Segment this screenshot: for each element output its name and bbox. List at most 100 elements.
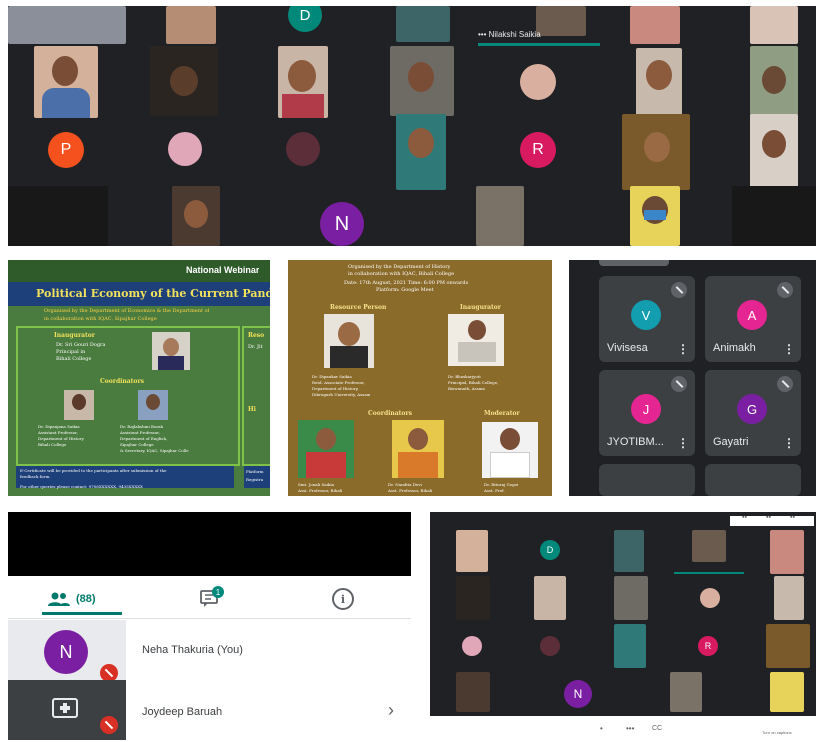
coordinator-photo — [298, 420, 354, 478]
poster-title: Political Economy of the Current Pandemi… — [36, 287, 270, 300]
tab-active-underline — [42, 612, 122, 615]
coordinator-photo — [392, 420, 444, 478]
mic-button[interactable]: • — [600, 724, 603, 733]
participant-name: Vivisesa — [607, 342, 648, 354]
participant-row[interactable]: N Neha Thakuria (You) — [8, 620, 411, 682]
coordinators-heading-2: Coordinators — [368, 410, 412, 417]
more-options-button[interactable]: ••• — [626, 724, 634, 733]
participant-avatar: P — [48, 132, 84, 168]
video-tile — [390, 46, 454, 116]
resource-heading: Resource Person — [330, 304, 387, 311]
video-tile — [750, 114, 798, 188]
people-icon — [48, 592, 70, 606]
participant-avatar — [168, 132, 202, 166]
participant-avatar — [462, 636, 482, 656]
video-tile — [614, 624, 646, 668]
video-tile — [150, 46, 218, 116]
layout-icon[interactable]: ▪▪ — [790, 514, 795, 521]
more-options-icon[interactable]: ⋮ — [677, 342, 689, 356]
mic-off-icon — [777, 376, 793, 392]
video-tile — [166, 6, 216, 44]
video-tile — [8, 6, 126, 44]
layout-icon[interactable]: ▪▪ — [742, 514, 747, 521]
video-tile — [774, 576, 804, 620]
video-tile — [670, 672, 702, 712]
video-tile — [8, 186, 108, 246]
inaugurator-heading: Inaugurator — [54, 332, 95, 339]
active-speaker-underline — [674, 572, 744, 574]
participant-avatar: R — [698, 636, 718, 656]
video-tile — [456, 576, 490, 620]
participant-name: Joydeep Baruah — [142, 706, 223, 718]
more-options-icon[interactable]: ⋮ — [783, 436, 795, 450]
participant-tile[interactable]: V Vivisesa ⋮ — [599, 276, 695, 362]
active-speaker-underline — [478, 43, 600, 46]
video-tile — [750, 6, 798, 44]
video-tile — [534, 576, 566, 620]
participant-tile[interactable]: A Animakh ⋮ — [705, 276, 801, 362]
more-options-icon[interactable]: ⋮ — [783, 342, 795, 356]
video-tile — [614, 530, 644, 572]
inaugurator-heading-2: Inaugurator — [460, 304, 501, 311]
participant-avatar: V — [631, 300, 661, 330]
participant-tile[interactable]: J JYOTIBM... ⋮ — [599, 370, 695, 456]
mic-off-icon — [777, 282, 793, 298]
participant-avatar: D — [540, 540, 560, 560]
participant-avatar: D — [288, 6, 322, 32]
poster-subtitle: Organised by the Department of Economics… — [44, 308, 210, 314]
more-options-icon[interactable]: ⋮ — [677, 436, 689, 450]
video-tile — [622, 114, 690, 190]
participant-tile[interactable]: G Gayatri ⋮ — [705, 370, 801, 456]
participant-row[interactable]: Joydeep Baruah › — [8, 680, 411, 740]
video-tile — [630, 6, 680, 44]
participant-name: JYOTIBM... — [607, 436, 664, 448]
video-tile — [692, 530, 726, 562]
top-video-grid: D ••• Nilakshi Saikia P R N — [8, 6, 816, 246]
participant-name: Neha Thakuria (You) — [142, 644, 243, 656]
video-tile — [396, 6, 450, 42]
video-tile — [770, 672, 804, 712]
chat-badge: 1 — [212, 586, 224, 598]
chevron-right-icon[interactable]: › — [388, 700, 394, 721]
layout-icon[interactable]: ▪▪ — [766, 514, 771, 521]
tab-info[interactable]: i — [332, 588, 354, 610]
bottom-meeting-view: ▪▪ ▪▪ ▪▪ D R N • ••• CC Turn on captions — [430, 512, 816, 740]
participant-tile[interactable] — [705, 464, 801, 496]
captions-label[interactable]: Turn on captions — [762, 730, 792, 735]
coordinator-photo — [138, 390, 168, 420]
webinar-poster-history: Organised by the Department of History i… — [288, 260, 552, 496]
tab-chat[interactable]: 1 — [198, 586, 228, 612]
video-tile — [456, 530, 488, 572]
participant-avatar — [520, 64, 556, 100]
inaugurator-photo — [152, 332, 190, 370]
participant-name: Animakh — [713, 342, 756, 354]
video-tile — [766, 624, 810, 668]
captions-button[interactable]: CC — [652, 725, 662, 732]
moderator-heading: Moderator — [484, 410, 520, 417]
video-tile — [396, 114, 446, 190]
video-tile — [770, 530, 804, 574]
video-preview — [8, 512, 411, 576]
poster-banner: National Webinar — [186, 265, 260, 275]
video-tile — [636, 48, 682, 118]
participant-avatar: N — [320, 202, 364, 246]
active-speaker-strip: ••• Nilakshi Saikia — [478, 30, 541, 39]
video-tile — [278, 46, 328, 118]
mic-off-icon — [100, 716, 118, 734]
video-tile — [630, 186, 680, 246]
video-tile — [34, 46, 98, 118]
coordinator-photo — [64, 390, 94, 420]
participant-avatar — [286, 132, 320, 166]
coordinators-heading: Coordinators — [100, 378, 144, 385]
video-tile — [750, 46, 798, 116]
participant-tile-grid: V Vivisesa ⋮ A Animakh ⋮ J JYOTIBM... ⋮ … — [569, 260, 816, 496]
participant-tile[interactable] — [599, 464, 695, 496]
participant-avatar: G — [737, 394, 767, 424]
participant-avatar — [540, 636, 560, 656]
participant-avatar: R — [520, 132, 556, 168]
tab-people[interactable]: (88) — [48, 586, 118, 612]
inaugurator-photo-2 — [448, 314, 504, 366]
video-tile — [732, 186, 816, 246]
people-panel: (88) 1 i N Neha Thakuria (You) Joydeep B… — [8, 512, 411, 740]
mic-off-icon — [671, 282, 687, 298]
